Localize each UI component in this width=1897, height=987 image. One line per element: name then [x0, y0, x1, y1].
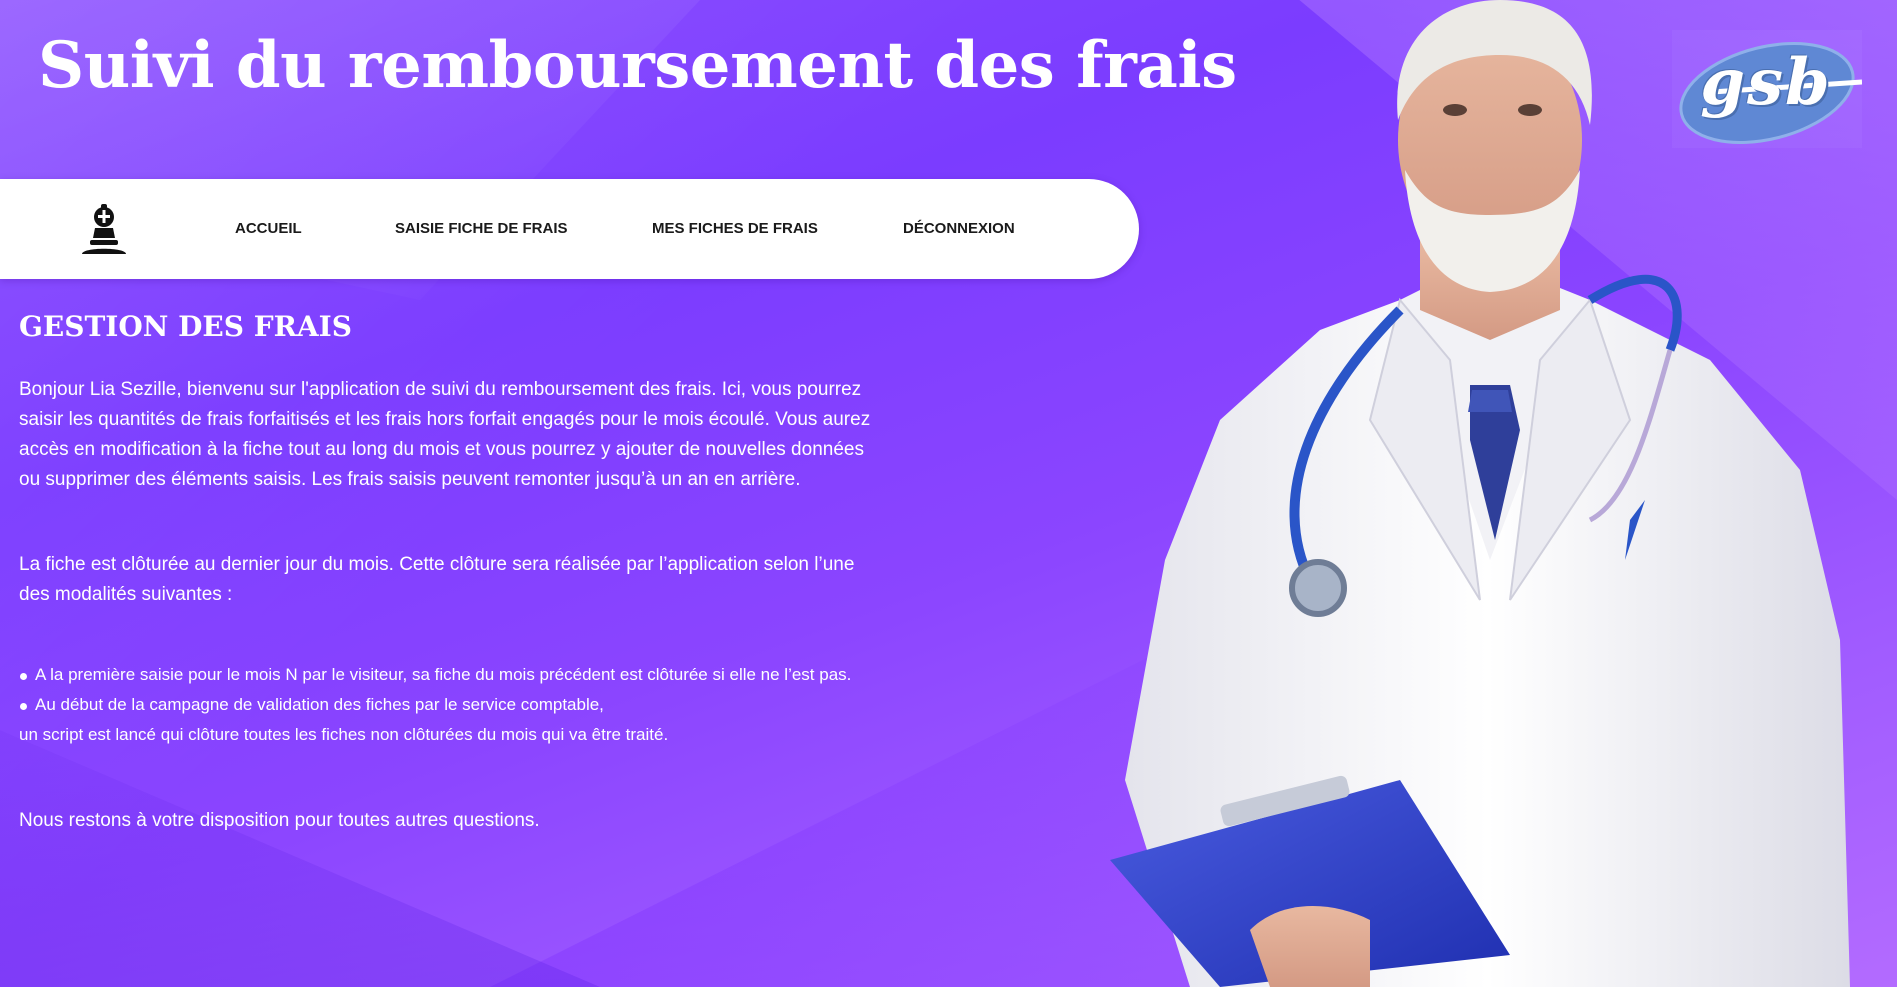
- nav-accueil[interactable]: ACCUEIL: [235, 179, 302, 279]
- cloture-paragraph: La fiche est clôturée au dernier jour du…: [19, 554, 855, 605]
- main-content: Bonjour Lia Sezille, bienvenu sur l'appl…: [19, 375, 889, 836]
- closing-paragraph: Nous restons à votre disposition pour to…: [19, 810, 540, 831]
- main-navbar: ACCUEIL SAISIE FICHE DE FRAIS MES FICHES…: [0, 179, 1139, 279]
- doctor-illustration: [1110, 0, 1850, 987]
- gsb-logo-text: gsb: [1700, 45, 1832, 120]
- page-title: Suivi du remboursement des frais: [38, 28, 1237, 103]
- list-item: A la première saisie pour le mois N par …: [19, 660, 889, 690]
- nav-mes-fiches-de-frais[interactable]: MES FICHES DE FRAIS: [652, 179, 818, 279]
- section-title: GESTION DES FRAIS: [19, 310, 352, 343]
- rule-continuation-text: un script est lancé qui clôture toutes l…: [19, 725, 669, 744]
- nav-saisie-fiche-de-frais[interactable]: SAISIE FICHE DE FRAIS: [395, 179, 568, 279]
- nav-deconnexion[interactable]: DÉCONNEXION: [903, 179, 1015, 279]
- bishop-icon[interactable]: [78, 202, 130, 256]
- intro-paragraph: Bonjour Lia Sezille, bienvenu sur l'appl…: [19, 379, 871, 490]
- list-item: Au début de la campagne de validation de…: [19, 690, 889, 720]
- cloture-rules-list: A la première saisie pour le mois N par …: [19, 660, 889, 720]
